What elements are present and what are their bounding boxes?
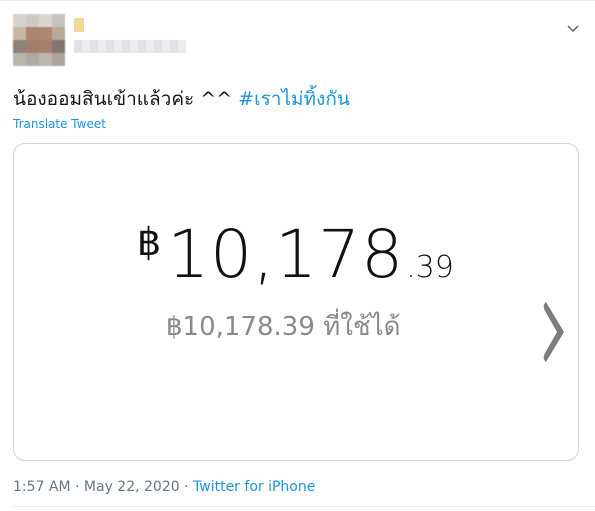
handle-redacted[interactable] xyxy=(74,40,186,53)
media-card[interactable]: ฿10,178.39 ฿10,178.39 ที่ใช้ได้ xyxy=(13,143,579,461)
top-divider xyxy=(0,0,595,1)
currency-symbol: ฿ xyxy=(137,220,162,264)
hashtag-link[interactable]: #เราไม่ทิ้งกัน xyxy=(238,88,350,110)
tweet-date[interactable]: May 22, 2020 xyxy=(84,479,180,495)
bottom-divider xyxy=(13,506,595,507)
balance-amount: ฿10,178.39 xyxy=(137,216,454,293)
amount-decimal: .39 xyxy=(406,250,454,285)
tweet-meta: 1:57 AM · May 22, 2020 · Twitter for iPh… xyxy=(13,479,315,495)
avatar[interactable] xyxy=(13,14,65,66)
tweet-time[interactable]: 1:57 AM xyxy=(13,479,71,495)
meta-separator: · xyxy=(179,479,194,495)
tweet-text: น้องออมสินเข้าแล้วค่ะ ^^ #เราไม่ทิ้งกัน xyxy=(13,84,350,114)
display-name-redacted[interactable] xyxy=(74,18,84,32)
amount-main: 10,178 xyxy=(167,216,405,293)
tweet-source-link[interactable]: Twitter for iPhone xyxy=(193,479,315,495)
tweet-body: น้องออมสินเข้าแล้วค่ะ ^^ xyxy=(13,88,239,110)
chevron-right-icon[interactable] xyxy=(542,299,568,365)
available-balance: ฿10,178.39 ที่ใช้ได้ xyxy=(166,312,401,342)
chevron-down-icon[interactable] xyxy=(566,22,580,36)
translate-tweet-link[interactable]: Translate Tweet xyxy=(13,117,106,131)
meta-separator: · xyxy=(70,479,84,495)
